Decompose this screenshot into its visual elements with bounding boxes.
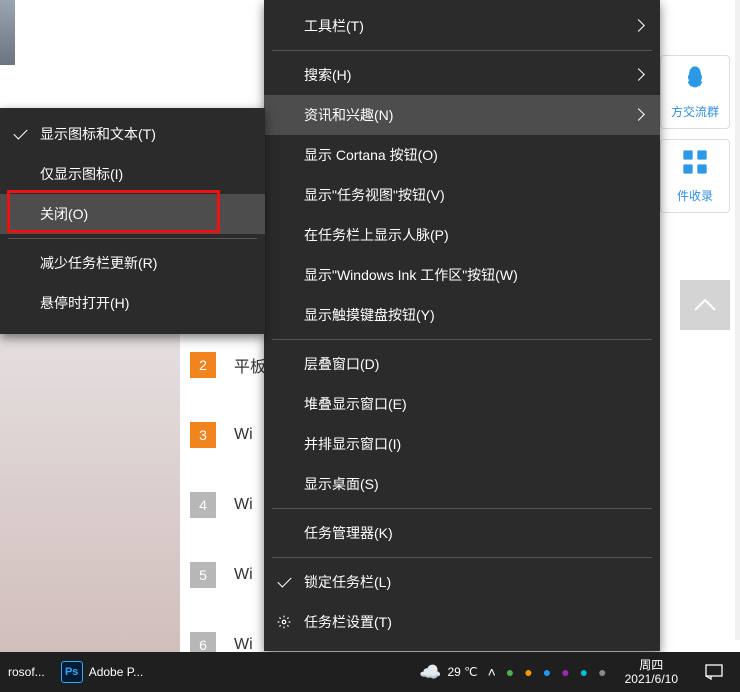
taskbar-app-label: rosof... — [8, 665, 45, 679]
menu-item-label: 显示"任务视图"按钮(V) — [304, 185, 445, 205]
news-interests-submenu: 显示图标和文本(T) 仅显示图标(I) 关闭(O) 减少任务栏更新(R) 悬停时打开(H… — [0, 108, 265, 334]
check-icon — [276, 574, 292, 590]
photoshop-icon: Ps — [61, 661, 83, 683]
menu-item-label: 显示桌面(S) — [304, 474, 379, 494]
menu-item[interactable]: 显示"Windows Ink 工作区"按钮(W) — [264, 255, 660, 295]
menu-item-label: 层叠窗口(D) — [304, 354, 379, 374]
check-icon — [12, 126, 28, 142]
menu-item[interactable]: 任务栏设置(T) — [264, 602, 660, 642]
tray-status-icon[interactable]: ● — [506, 664, 514, 680]
submenu-item[interactable]: 关闭(O) — [0, 194, 265, 234]
scrollbar-track[interactable] — [735, 0, 740, 640]
menu-item[interactable]: 显示"任务视图"按钮(V) — [264, 175, 660, 215]
chevron-right-icon — [634, 21, 644, 31]
qq-penguin-icon — [681, 64, 709, 99]
menu-item[interactable]: 层叠窗口(D) — [264, 344, 660, 384]
menu-item[interactable]: 锁定任务栏(L) — [264, 562, 660, 602]
chevron-right-icon — [634, 70, 644, 80]
taskbar-context-menu: 工具栏(T) 搜索(H) 资讯和兴趣(N) 显示 Cortana 按钮(O) 显示"任务… — [264, 0, 660, 651]
menu-item-label: 显示 Cortana 按钮(O) — [304, 145, 438, 165]
rank-badge: 2 — [190, 352, 216, 378]
card-label: 方交流群 — [671, 103, 719, 120]
menu-item[interactable]: 并排显示窗口(I) — [264, 424, 660, 464]
menu-item-label: 任务管理器(K) — [304, 523, 393, 543]
submenu-item-label: 显示图标和文本(T) — [40, 124, 156, 144]
menu-separator — [272, 50, 652, 51]
background-image-top — [0, 0, 15, 65]
menu-item-label: 锁定任务栏(L) — [304, 572, 391, 592]
menu-separator — [272, 508, 652, 509]
menu-item-label: 在任务栏上显示人脉(P) — [304, 225, 449, 245]
taskbar-app-photoshop[interactable]: Ps Adobe P... — [53, 652, 152, 692]
submenu-item-label: 悬停时打开(H) — [40, 293, 129, 313]
list-item-label: Wi — [234, 496, 253, 514]
rank-badge: 4 — [190, 492, 216, 518]
rank-badge: 3 — [190, 422, 216, 448]
tray-status-icon[interactable]: ● — [524, 664, 532, 680]
menu-item[interactable]: 工具栏(T) — [264, 6, 660, 46]
submenu-item-label: 仅显示图标(I) — [40, 164, 123, 184]
tray-up-icon[interactable]: ˄ — [488, 664, 496, 680]
list-item-label: Wi — [234, 426, 253, 444]
date-label: 2021/6/10 — [625, 672, 678, 686]
temperature-label: 29 ℃ — [447, 665, 477, 679]
menu-item[interactable]: 显示触摸键盘按钮(Y) — [264, 295, 660, 335]
submenu-item[interactable]: 显示图标和文本(T) — [0, 114, 265, 154]
menu-item-label: 搜索(H) — [304, 65, 351, 85]
menu-item-label: 并排显示窗口(I) — [304, 434, 401, 454]
submenu-item[interactable]: 仅显示图标(I) — [0, 154, 265, 194]
menu-separator — [8, 238, 257, 239]
menu-separator — [272, 557, 652, 558]
notification-icon — [705, 664, 723, 680]
tray-status-icon[interactable]: ● — [580, 664, 588, 680]
system-tray: ☁️ 29 ℃ ˄ ● ● ● ● ● ● 周四 2021/6/10 — [411, 652, 740, 692]
cloud-icon: ☁️ — [419, 662, 441, 683]
taskbar-app-office[interactable]: rosof... — [0, 652, 53, 692]
list-item-label: 平板 — [234, 353, 266, 377]
submenu-item[interactable]: 减少任务栏更新(R) — [0, 243, 265, 283]
background-image-left — [0, 330, 180, 680]
weather-widget[interactable]: ☁️ 29 ℃ — [419, 662, 478, 683]
tray-icons: ˄ ● ● ● ● ● ● — [488, 664, 607, 680]
right-panel: 方交流群 件收录 — [660, 55, 730, 213]
menu-item-label: 资讯和兴趣(N) — [304, 105, 393, 125]
taskbar[interactable]: rosof... Ps Adobe P... ☁️ 29 ℃ ˄ ● ● ● ●… — [0, 652, 740, 692]
menu-item-label: 任务栏设置(T) — [304, 612, 392, 632]
menu-separator — [272, 339, 652, 340]
menu-item-label: 工具栏(T) — [304, 16, 364, 36]
notifications-button[interactable] — [696, 652, 732, 692]
menu-item[interactable]: 任务管理器(K) — [264, 513, 660, 553]
gear-icon — [276, 614, 292, 630]
menu-item-label: 堆叠显示窗口(E) — [304, 394, 407, 414]
apps-icon — [681, 148, 709, 183]
menu-item[interactable]: 显示桌面(S) — [264, 464, 660, 504]
menu-item-label: 显示"Windows Ink 工作区"按钮(W) — [304, 265, 518, 285]
menu-item-label: 显示触摸键盘按钮(Y) — [304, 305, 435, 325]
rank-badge: 5 — [190, 562, 216, 588]
menu-item[interactable]: 搜索(H) — [264, 55, 660, 95]
submenu-item-label: 关闭(O) — [40, 204, 88, 224]
day-label: 周四 — [639, 658, 663, 672]
menu-item[interactable]: 显示 Cortana 按钮(O) — [264, 135, 660, 175]
software-card[interactable]: 件收录 — [660, 139, 730, 213]
tray-status-icon[interactable]: ● — [598, 664, 606, 680]
menu-item[interactable]: 堆叠显示窗口(E) — [264, 384, 660, 424]
list-item-label: Wi — [234, 566, 253, 584]
tray-status-icon[interactable]: ● — [561, 664, 569, 680]
menu-item[interactable]: 资讯和兴趣(N) — [264, 95, 660, 135]
card-label: 件收录 — [677, 187, 713, 204]
tray-status-icon[interactable]: ● — [543, 664, 551, 680]
menu-item[interactable]: 在任务栏上显示人脉(P) — [264, 215, 660, 255]
scroll-to-top-button[interactable] — [680, 280, 730, 330]
chevron-up-icon — [693, 298, 717, 312]
submenu-item-label: 减少任务栏更新(R) — [40, 253, 157, 273]
chevron-right-icon — [634, 110, 644, 120]
qq-group-card[interactable]: 方交流群 — [660, 55, 730, 129]
taskbar-app-label: Adobe P... — [89, 665, 144, 679]
clock[interactable]: 周四 2021/6/10 — [617, 658, 686, 686]
submenu-item[interactable]: 悬停时打开(H) — [0, 283, 265, 323]
